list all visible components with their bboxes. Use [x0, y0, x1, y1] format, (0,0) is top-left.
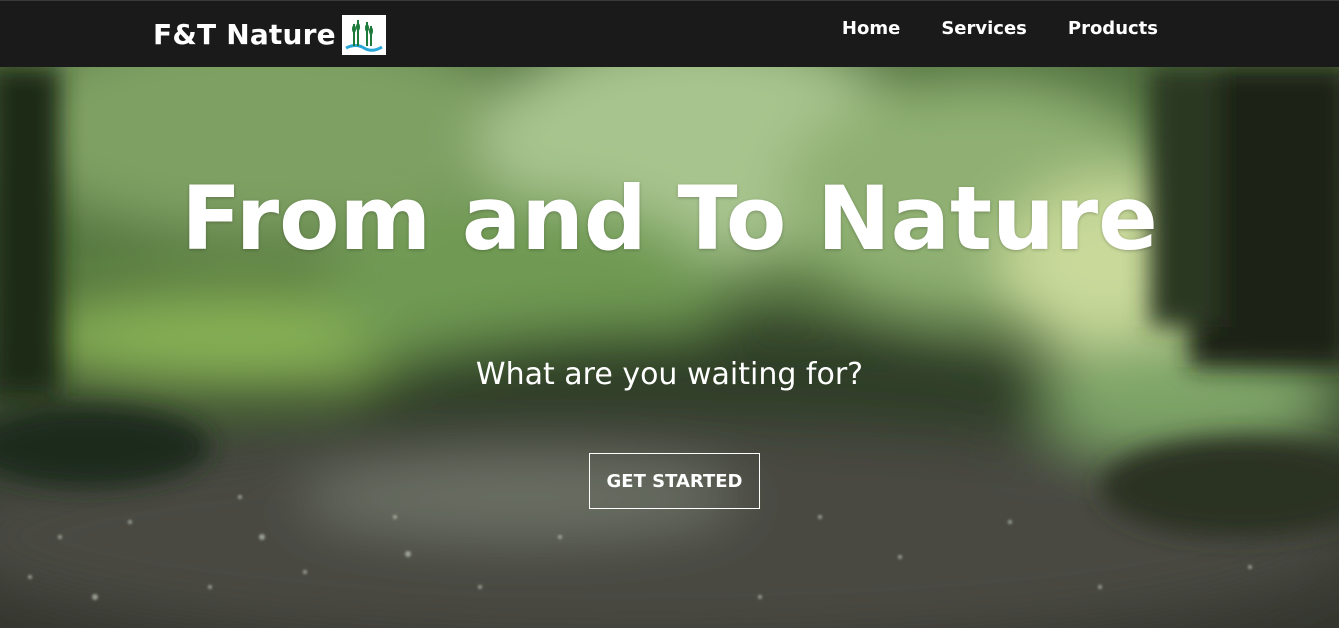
nav-menu: Home Services Products [801, 17, 1158, 41]
nav-link-home[interactable]: Home [842, 17, 900, 41]
nav-link-products[interactable]: Products [1068, 17, 1158, 41]
nav-link-services[interactable]: Services [941, 17, 1027, 41]
hero-title: From and To Nature [181, 167, 1158, 270]
hero-subtitle: What are you waiting for? [475, 357, 864, 392]
navbar: F&T Nature Home Services Products [0, 0, 1339, 67]
hero-section: From and To Nature What are you waiting … [0, 67, 1339, 628]
brand-name: F&T Nature [153, 18, 336, 51]
hero-background-image [0, 67, 1339, 628]
brand-link[interactable]: F&T Nature [153, 15, 386, 55]
brand-logo-icon [341, 15, 386, 55]
get-started-button[interactable]: GET STARTED [589, 453, 760, 509]
page: F&T Nature Home Services Products From a… [0, 0, 1339, 628]
